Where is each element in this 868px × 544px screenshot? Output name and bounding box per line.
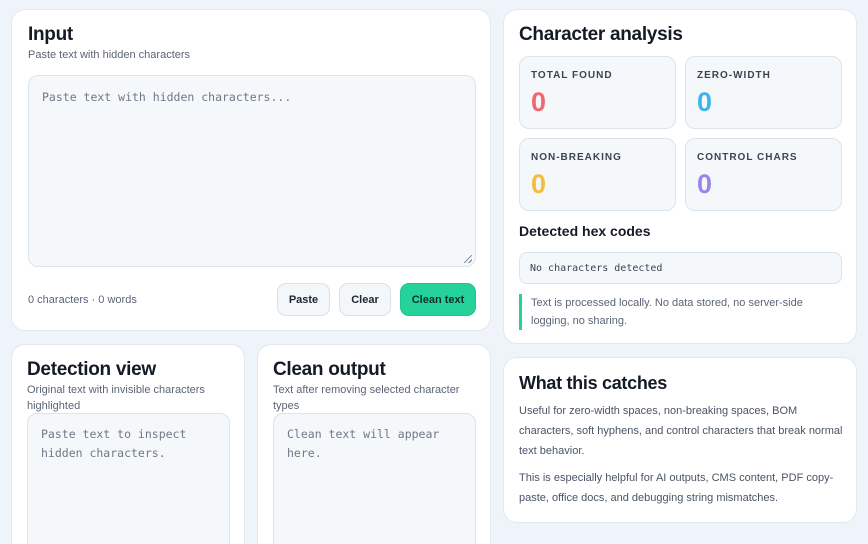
- detection-placeholder: Paste text to inspect hidden characters.: [41, 427, 187, 460]
- clear-button[interactable]: Clear: [339, 283, 391, 316]
- catches-paragraph-2: This is especially helpful for AI output…: [519, 472, 834, 504]
- catches-paragraph-1: Useful for zero-width spaces, non-breaki…: [519, 405, 843, 457]
- stat-zero-width: ZERO-WIDTH 0: [685, 56, 842, 129]
- privacy-note-text: Text is processed locally. No data store…: [531, 297, 803, 327]
- stat-label: NON-BREAKING: [531, 152, 622, 163]
- stat-value: 0: [697, 169, 713, 199]
- output-placeholder: Clean text will appear here.: [287, 427, 440, 460]
- character-word-count: 0 characters · 0 words: [28, 294, 137, 306]
- detection-subtitle: Original text with invisible characters …: [27, 384, 205, 412]
- catches-title: What this catches: [519, 373, 667, 393]
- hex-codes-heading: Detected hex codes: [519, 223, 651, 239]
- input-textarea[interactable]: Paste text with hidden characters...: [28, 75, 476, 267]
- stat-control-chars: CONTROL CHARS 0: [685, 138, 842, 211]
- input-placeholder: Paste text with hidden characters...: [42, 90, 292, 104]
- paste-button[interactable]: Paste: [277, 283, 330, 316]
- output-card: Clean output Text after removing selecte…: [257, 344, 491, 544]
- input-title: Input: [28, 24, 73, 45]
- hex-codes-value: No characters detected: [530, 263, 663, 274]
- stat-label: ZERO-WIDTH: [697, 70, 771, 81]
- stat-total-found: TOTAL FOUND 0: [519, 56, 676, 129]
- privacy-note: Text is processed locally. No data store…: [519, 294, 837, 330]
- output-subtitle: Text after removing selected character t…: [273, 384, 460, 412]
- clean-output-box[interactable]: Clean text will appear here.: [273, 413, 476, 544]
- input-subtitle: Paste text with hidden characters: [28, 49, 191, 61]
- detection-view-box[interactable]: Paste text to inspect hidden characters.: [27, 413, 230, 544]
- stat-value: 0: [531, 87, 547, 117]
- catches-card: What this catches Useful for zero-width …: [503, 357, 857, 523]
- stat-label: TOTAL FOUND: [531, 70, 613, 81]
- detection-title: Detection view: [27, 359, 156, 380]
- output-title: Clean output: [273, 359, 386, 380]
- stat-non-breaking: NON-BREAKING 0: [519, 138, 676, 211]
- analysis-card: Character analysis TOTAL FOUND 0 ZERO-WI…: [503, 9, 857, 344]
- hex-codes-box: No characters detected: [519, 252, 842, 284]
- stat-label: CONTROL CHARS: [697, 152, 798, 163]
- detection-card: Detection view Original text with invisi…: [11, 344, 245, 544]
- input-card: Input Paste text with hidden characters …: [11, 9, 491, 331]
- resize-handle-icon[interactable]: [464, 255, 472, 263]
- clean-text-button[interactable]: Clean text: [400, 283, 476, 316]
- stat-value: 0: [531, 169, 547, 199]
- stat-value: 0: [697, 87, 713, 117]
- analysis-title: Character analysis: [519, 24, 683, 45]
